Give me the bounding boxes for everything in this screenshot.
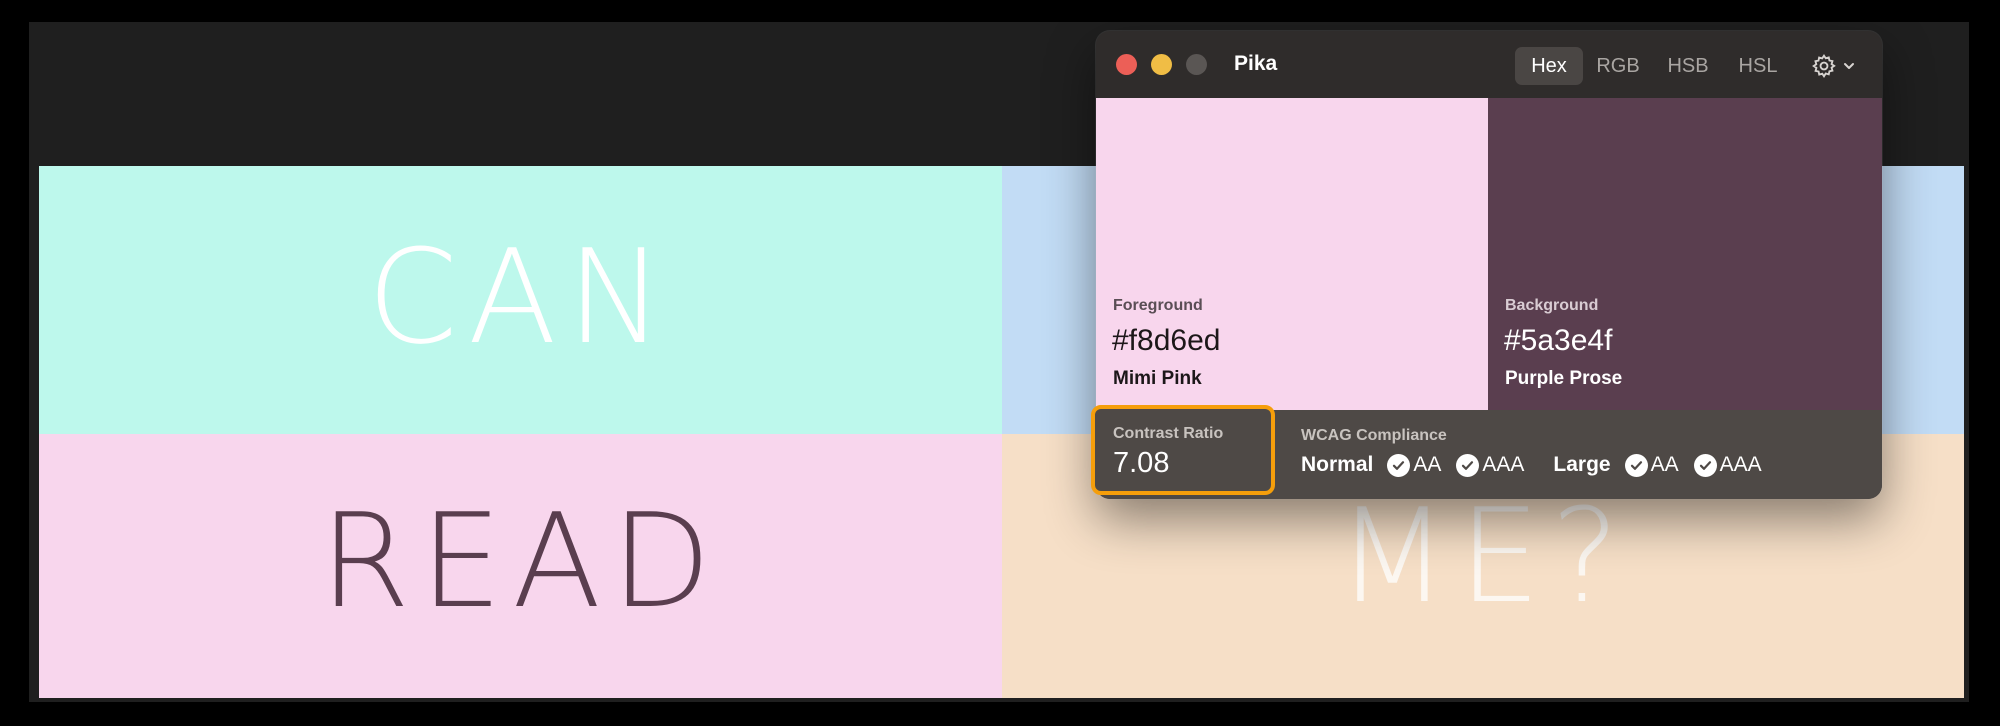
background-label: Background — [1505, 297, 1599, 314]
large-aa-badge: AA — [1624, 453, 1679, 477]
app-title: Pika — [1234, 52, 1278, 75]
background-color-name: Purple Prose — [1505, 368, 1623, 389]
settings-menu-button[interactable] — [1811, 51, 1859, 81]
mint-panel: CAN — [39, 166, 1002, 434]
normal-aa-badge: AA — [1387, 453, 1441, 477]
checkmark-icon — [1387, 453, 1411, 477]
large-aa-label: AA — [1650, 453, 1679, 476]
contrast-ratio-highlight: Contrast Ratio 7.08 — [1091, 405, 1275, 495]
close-button[interactable] — [1116, 54, 1137, 75]
foreground-hex[interactable]: #f8d6ed — [1112, 324, 1220, 358]
foreground-swatch[interactable]: Foreground #f8d6ed Mimi Pink — [1096, 98, 1488, 410]
foreground-label: Foreground — [1113, 297, 1203, 314]
me-text: ME? — [1336, 480, 1630, 632]
pika-window: Pika Hex RGB HSB HSL Foreground #f8d6ed … — [1091, 31, 1882, 499]
format-tab-rgb[interactable]: RGB — [1583, 47, 1653, 85]
gear-icon — [1812, 54, 1836, 78]
wcag-large-label: Large — [1553, 453, 1611, 476]
wcag-results-row: Normal AA AAA Large AA AAA — [1301, 452, 1762, 478]
checkmark-icon — [1624, 453, 1648, 477]
title-bar[interactable]: Pika Hex RGB HSB HSL — [1096, 31, 1882, 98]
compliance-footer: Contrast Ratio 7.08 WCAG Compliance Norm… — [1091, 405, 1882, 499]
contrast-ratio-label: Contrast Ratio — [1113, 425, 1224, 442]
checkmark-icon — [1693, 453, 1717, 477]
normal-aaa-label: AAA — [1482, 453, 1525, 476]
background-hex[interactable]: #5a3e4f — [1504, 324, 1612, 358]
minimize-button[interactable] — [1151, 54, 1172, 75]
large-aaa-label: AAA — [1719, 453, 1762, 476]
pink-panel: READ — [39, 434, 1002, 698]
large-aaa-badge: AAA — [1693, 453, 1762, 477]
zoom-button[interactable] — [1186, 54, 1207, 75]
background-swatch[interactable]: Background #5a3e4f Purple Prose — [1488, 98, 1882, 410]
format-tab-hsl[interactable]: HSL — [1723, 47, 1793, 85]
foreground-color-name: Mimi Pink — [1113, 368, 1202, 389]
chevron-down-icon — [1844, 63, 1854, 69]
format-tab-hsb[interactable]: HSB — [1653, 47, 1723, 85]
checkmark-icon — [1456, 453, 1480, 477]
can-text: CAN — [367, 221, 674, 373]
read-text: READ — [319, 485, 722, 637]
normal-aaa-badge: AAA — [1456, 453, 1524, 477]
contrast-ratio-value: 7.08 — [1113, 447, 1170, 479]
format-tab-hex[interactable]: Hex — [1515, 47, 1583, 85]
wcag-normal-label: Normal — [1301, 453, 1374, 476]
normal-aa-label: AA — [1413, 453, 1442, 476]
format-segmented-control: Hex RGB HSB HSL — [1515, 47, 1796, 85]
wcag-compliance-label: WCAG Compliance — [1301, 427, 1447, 444]
